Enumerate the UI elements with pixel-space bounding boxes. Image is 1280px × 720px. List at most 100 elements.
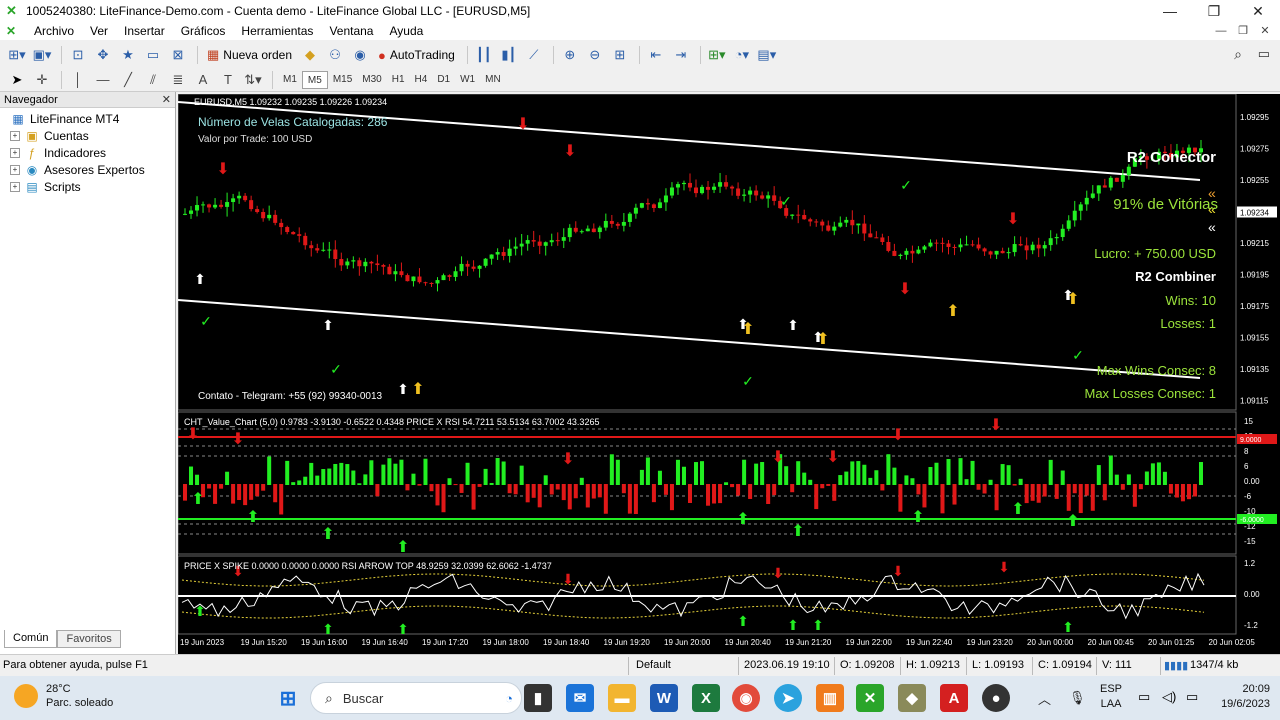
tree-root[interactable]: ▦ LiteFinance MT4: [0, 110, 175, 127]
terminal-icon[interactable]: ▭: [142, 45, 164, 65]
tab-favoritos[interactable]: Favoritos: [57, 630, 121, 648]
mail-icon[interactable]: ✉: [566, 684, 594, 712]
channel-icon[interactable]: ⫽: [142, 70, 164, 90]
autotrading-button[interactable]: ● AutoTrading: [374, 45, 459, 65]
menu-insertar[interactable]: Insertar: [116, 22, 173, 40]
vertical-line-icon[interactable]: │: [67, 70, 89, 90]
app-orange-icon[interactable]: ▥: [816, 684, 844, 712]
community-icon[interactable]: ◉: [349, 45, 371, 65]
navigator-close-icon[interactable]: ✕: [162, 93, 171, 106]
app-dark-icon[interactable]: ●: [982, 684, 1010, 712]
file-explorer-icon[interactable]: ▬: [608, 684, 636, 712]
minimize-icon[interactable]: —: [1148, 0, 1192, 22]
timeframe-mn[interactable]: MN: [480, 71, 506, 89]
ind2-sell-arrow-icon: ⬇: [562, 571, 574, 587]
timeframe-w1[interactable]: W1: [455, 71, 480, 89]
menu-herramientas[interactable]: Herramientas: [233, 22, 321, 40]
tab-comun[interactable]: Común: [4, 630, 58, 648]
candlestick-icon[interactable]: ▮┃: [498, 45, 520, 65]
taskbar-search[interactable]: ⌕ Buscar ◔: [310, 682, 522, 714]
bar-chart-icon[interactable]: ┃┃: [473, 45, 495, 65]
line-chart-icon[interactable]: ⟋: [523, 45, 545, 65]
timeframe-m30[interactable]: M30: [357, 71, 386, 89]
templates-icon[interactable]: ▤▾: [756, 45, 778, 65]
expand-icon[interactable]: +: [10, 164, 20, 175]
network-icon[interactable]: ▭: [1138, 689, 1150, 705]
maximize-icon[interactable]: ❐: [1192, 0, 1236, 22]
menu-ventana[interactable]: Ventana: [321, 22, 381, 40]
signals-icon[interactable]: ⚇: [324, 45, 346, 65]
mdi-restore-icon[interactable]: ❐: [1232, 22, 1254, 40]
timeframe-m15[interactable]: M15: [328, 71, 357, 89]
expand-icon[interactable]: +: [10, 181, 20, 192]
ind1-bar: [1150, 463, 1155, 485]
chart-window-icon[interactable]: ✕: [6, 24, 20, 38]
zoom-in-icon[interactable]: ⊕: [559, 45, 581, 65]
tester-icon[interactable]: ⊠: [167, 45, 189, 65]
fibonacci-icon[interactable]: ≣: [167, 70, 189, 90]
litefinance-taskbar-icon[interactable]: ✕: [856, 684, 884, 712]
telegram-icon[interactable]: ➤: [774, 684, 802, 712]
cursor-icon[interactable]: ➤: [6, 70, 28, 90]
word-icon[interactable]: W: [650, 684, 678, 712]
menu-ver[interactable]: Ver: [82, 22, 116, 40]
timeframe-h1[interactable]: H1: [387, 71, 410, 89]
tree-item-indicadores[interactable]: + ƒ Indicadores: [0, 144, 175, 161]
tray-chevron-icon[interactable]: ︿: [1038, 689, 1051, 708]
chart-window[interactable]: 1.09295 1.09275 1.09255 1.09234 1.09215 1.091…: [178, 94, 1280, 654]
zoom-out-icon[interactable]: ⊖: [584, 45, 606, 65]
close-icon[interactable]: ✕: [1236, 0, 1280, 22]
new-order-button[interactable]: ▦ Nueva orden: [203, 45, 296, 65]
tree-item-asesores[interactable]: + ◉ Asesores Expertos: [0, 161, 175, 178]
chat-icon[interactable]: ▭: [1258, 46, 1270, 62]
language-indicator[interactable]: ESP LAA: [1100, 682, 1122, 712]
weather-widget[interactable]: 28°C Parc. soleado: [14, 682, 113, 710]
mdi-close-icon[interactable]: ✕: [1254, 22, 1276, 40]
clock[interactable]: 20:09 19/6/2023: [1221, 682, 1270, 712]
arrows-icon[interactable]: ⇅▾: [242, 70, 264, 90]
tree-item-cuentas[interactable]: + ▣ Cuentas: [0, 127, 175, 144]
navigator-icon[interactable]: ★: [117, 45, 139, 65]
profiles-icon[interactable]: ▣▾: [31, 45, 53, 65]
tile-windows-icon[interactable]: ⊞: [609, 45, 631, 65]
mdi-minimize-icon[interactable]: —: [1210, 22, 1232, 40]
excel-icon[interactable]: X: [692, 684, 720, 712]
market-watch-icon[interactable]: ⊡: [67, 45, 89, 65]
sell-arrow-icon: ⬇: [216, 161, 229, 178]
expand-icon[interactable]: +: [10, 130, 20, 141]
horizontal-line-icon[interactable]: —: [92, 70, 114, 90]
expand-icon[interactable]: +: [10, 147, 20, 158]
candle-body: [1066, 220, 1071, 229]
windows-start-icon[interactable]: ⊞: [274, 684, 302, 712]
tree-item-scripts[interactable]: + ▤ Scripts: [0, 178, 175, 195]
acrobat-icon[interactable]: A: [940, 684, 968, 712]
menu-graficos[interactable]: Gráficos: [173, 22, 234, 40]
data-window-icon[interactable]: ✥: [92, 45, 114, 65]
crosshair-icon[interactable]: ✛: [31, 70, 53, 90]
app-diamond-icon[interactable]: ◆: [898, 684, 926, 712]
autoscroll-icon[interactable]: ⇤: [645, 45, 667, 65]
text-icon[interactable]: A: [192, 70, 214, 90]
indicators-icon[interactable]: ⊞▾: [706, 45, 728, 65]
metaeditor-icon[interactable]: ◆: [299, 45, 321, 65]
chart-shift-icon[interactable]: ⇥: [670, 45, 692, 65]
indicator1-header: CHT_Value_Chart (5,0) 0.9783 -3.9130 -0.…: [184, 417, 600, 427]
timeframe-d1[interactable]: D1: [432, 71, 455, 89]
new-chart-icon[interactable]: ⊞▾: [6, 45, 28, 65]
search-icon[interactable]: ⌕: [1234, 46, 1242, 63]
volume-icon[interactable]: ◁): [1162, 689, 1176, 705]
timeframe-m5[interactable]: M5: [301, 70, 328, 89]
periods-icon[interactable]: ◔▾: [731, 45, 753, 65]
candle-body: [255, 209, 260, 213]
menu-ayuda[interactable]: Ayuda: [381, 22, 431, 40]
chrome-icon[interactable]: ◉: [732, 684, 760, 712]
timeframe-h4[interactable]: H4: [410, 71, 433, 89]
microphone-icon[interactable]: 🎙: [1069, 690, 1086, 706]
timeframe-m1[interactable]: M1: [278, 71, 302, 89]
task-view-icon[interactable]: ▮: [524, 684, 552, 712]
ind1-axis-label: 0.00: [1244, 477, 1260, 486]
menu-archivo[interactable]: Archivo: [26, 22, 82, 40]
trendline-icon[interactable]: ╱: [117, 70, 139, 90]
text-label-icon[interactable]: T: [217, 70, 239, 90]
battery-icon[interactable]: ▭: [1186, 689, 1198, 705]
